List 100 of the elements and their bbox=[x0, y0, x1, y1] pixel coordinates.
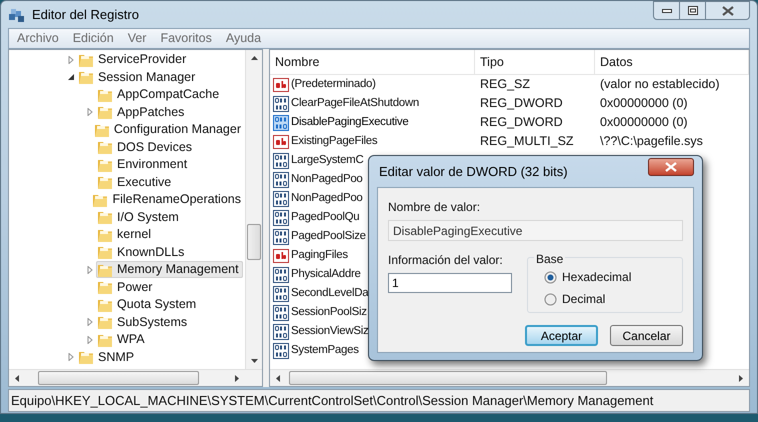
tree-item[interactable]: AppCompatCache bbox=[96, 86, 224, 104]
value-data: (valor no establecido) bbox=[599, 76, 721, 94]
scrollbar-thumb[interactable] bbox=[289, 371, 607, 385]
cancel-button[interactable]: Cancelar bbox=[610, 325, 683, 346]
maximize-icon bbox=[688, 6, 698, 15]
folder-icon bbox=[97, 174, 113, 190]
radio-label[interactable]: Hexadecimal bbox=[562, 268, 632, 286]
tree-item[interactable]: FileRenameOperations bbox=[91, 191, 245, 208]
value-data-field[interactable]: 1 bbox=[388, 273, 512, 293]
binary-value-icon bbox=[273, 304, 289, 320]
minimize-button[interactable] bbox=[653, 1, 680, 20]
value-name[interactable]: DisablePagingExecutive bbox=[273, 114, 408, 132]
tree-item[interactable]: Power bbox=[96, 278, 156, 296]
scrollbar-thumb[interactable] bbox=[38, 371, 199, 385]
expand-arrow-icon[interactable] bbox=[86, 336, 94, 344]
collapse-arrow-icon[interactable] bbox=[67, 73, 75, 82]
value-name[interactable]: PagedPoolQu bbox=[273, 208, 360, 226]
string-value-icon bbox=[273, 134, 289, 150]
folder-icon bbox=[97, 104, 113, 120]
menu-item[interactable]: Edición bbox=[66, 29, 121, 48]
value-name[interactable]: SystemPages bbox=[273, 342, 359, 360]
folder-icon bbox=[78, 69, 94, 86]
folder-icon bbox=[78, 349, 94, 366]
column-header[interactable]: Datos bbox=[595, 50, 749, 74]
menu-item[interactable]: Ayuda bbox=[218, 29, 268, 48]
tree-item[interactable]: DOS Devices bbox=[96, 138, 196, 156]
tree-item[interactable]: kernel bbox=[96, 226, 156, 244]
column-header[interactable]: Nombre bbox=[270, 50, 475, 74]
value-name[interactable]: NonPagedPoo bbox=[273, 170, 363, 188]
value-name[interactable]: ExistingPageFiles bbox=[273, 132, 378, 150]
dialog-title: Editar valor de DWORD (32 bits) bbox=[378, 162, 568, 181]
value-type: REG_MULTI_SZ bbox=[479, 133, 575, 150]
registry-cubes-icon bbox=[8, 6, 26, 22]
binary-value-icon bbox=[273, 342, 289, 358]
field-label: Nombre de valor: bbox=[388, 199, 482, 216]
vertical-scrollbar[interactable] bbox=[245, 50, 262, 369]
registry-path: Equipo\HKEY_LOCAL_MACHINE\SYSTEM\CurrentControlSet\Control\Session Manager\Memory Management bbox=[11, 392, 654, 410]
value-name[interactable]: SessionViewSiz bbox=[273, 322, 368, 340]
value-name[interactable]: PagingFiles bbox=[273, 246, 348, 264]
close-button[interactable] bbox=[706, 1, 750, 20]
binary-value-icon bbox=[273, 172, 289, 188]
value-name[interactable]: SessionPoolSiz bbox=[273, 304, 367, 322]
radio-button[interactable] bbox=[544, 270, 557, 284]
expand-arrow-icon[interactable] bbox=[67, 353, 75, 362]
field-label: Información del valor: bbox=[388, 252, 504, 269]
window-title: Editor del Registro bbox=[32, 6, 139, 24]
tree-item[interactable]: Executive bbox=[96, 174, 176, 191]
tree-item[interactable]: SNMP bbox=[77, 348, 138, 366]
tree-item[interactable]: I/O System bbox=[96, 208, 183, 226]
tree-item[interactable]: Session Manager bbox=[77, 68, 200, 86]
binary-value-icon bbox=[273, 286, 289, 302]
horizontal-scrollbar[interactable] bbox=[9, 369, 262, 386]
binary-value-icon bbox=[273, 324, 289, 340]
minimize-icon bbox=[662, 8, 672, 12]
ok-button[interactable]: Aceptar bbox=[525, 325, 598, 346]
value-name[interactable]: NonPagedPoo bbox=[273, 190, 363, 208]
expand-arrow-icon[interactable] bbox=[86, 266, 94, 274]
tree-item[interactable]: WPA bbox=[96, 331, 149, 348]
value-name[interactable]: SecondLevelDa bbox=[273, 284, 368, 302]
menu-item[interactable]: Favoritos bbox=[153, 29, 219, 48]
folder-icon bbox=[97, 279, 113, 296]
value-name[interactable]: PagedPoolSize bbox=[273, 228, 366, 246]
tree-item[interactable]: Environment bbox=[96, 156, 192, 174]
close-icon bbox=[665, 162, 677, 172]
expand-arrow-icon[interactable] bbox=[86, 318, 94, 326]
binary-value-icon bbox=[273, 210, 289, 226]
radio-label[interactable]: Decimal bbox=[562, 290, 606, 308]
dialog-close-button[interactable] bbox=[648, 158, 694, 176]
binary-value-icon bbox=[273, 266, 289, 282]
column-header[interactable]: Tipo bbox=[475, 50, 595, 74]
close-icon bbox=[722, 6, 734, 16]
menu-item[interactable]: Archivo bbox=[10, 29, 66, 48]
folder-icon bbox=[97, 244, 113, 260]
tree-item[interactable]: Configuration Manager bbox=[92, 121, 245, 138]
tree-item[interactable]: Memory Management bbox=[96, 261, 243, 278]
horizontal-scrollbar[interactable] bbox=[270, 369, 749, 386]
value-name[interactable]: LargeSystemC bbox=[273, 152, 364, 170]
value-name[interactable]: (Predeterminado) bbox=[273, 76, 376, 94]
menu-item[interactable]: Ver bbox=[120, 29, 154, 48]
value-type: REG_DWORD bbox=[479, 95, 564, 112]
expand-arrow-icon[interactable] bbox=[67, 56, 75, 64]
folder-icon bbox=[97, 139, 113, 156]
value-name-field: DisablePagingExecutive bbox=[388, 220, 683, 241]
tree-item[interactable]: KnownDLLs bbox=[96, 244, 188, 261]
string-value-icon bbox=[273, 248, 289, 264]
binary-value-icon bbox=[273, 190, 289, 206]
tree-item[interactable]: ServiceProvider bbox=[77, 51, 190, 68]
value-name[interactable]: ClearPageFileAtShutdown bbox=[273, 94, 419, 112]
expand-arrow-icon[interactable] bbox=[86, 108, 94, 116]
tree-item[interactable]: AppPatches bbox=[96, 104, 188, 121]
string-value-icon bbox=[273, 76, 289, 92]
tree-item[interactable]: SubSystems bbox=[96, 314, 192, 331]
radio-button[interactable] bbox=[544, 292, 557, 306]
tree-item[interactable]: Quota System bbox=[96, 296, 200, 314]
folder-icon bbox=[97, 314, 113, 330]
binary-value-icon bbox=[273, 228, 289, 244]
value-name[interactable]: PhysicalAddre bbox=[273, 266, 361, 284]
scrollbar-thumb[interactable] bbox=[247, 224, 261, 260]
maximize-button[interactable] bbox=[680, 1, 706, 20]
value-type: REG_SZ bbox=[479, 76, 532, 94]
